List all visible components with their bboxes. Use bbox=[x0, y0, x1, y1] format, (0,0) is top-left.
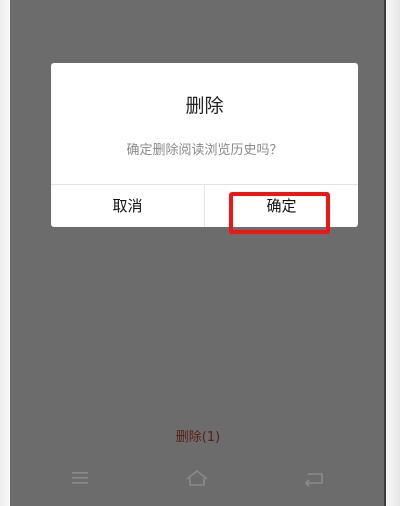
delete-confirm-dialog: 删除 确定删除阅读浏览历史吗？ 取消 确定 bbox=[51, 63, 358, 234]
phone-frame: 删除(1) 删除 确定删除阅读浏览历史吗？ 取消 确定 bbox=[0, 0, 400, 506]
dialog-message: 确定删除阅读浏览历史吗？ bbox=[126, 143, 283, 158]
back-icon[interactable] bbox=[298, 466, 328, 490]
delete-action-button[interactable]: 删除(1) bbox=[10, 426, 386, 445]
dialog-title: 删除 bbox=[185, 95, 224, 117]
home-icon[interactable] bbox=[182, 466, 212, 490]
cancel-button[interactable]: 取消 bbox=[51, 185, 204, 227]
navigation-bar bbox=[10, 456, 386, 506]
phone-bezel-right bbox=[386, 0, 400, 506]
confirm-button[interactable]: 确定 bbox=[205, 185, 358, 227]
menu-icon[interactable] bbox=[65, 466, 95, 490]
phone-bezel-left bbox=[0, 0, 10, 506]
screen-overlay: 删除(1) 删除 确定删除阅读浏览历史吗？ 取消 确定 bbox=[10, 0, 386, 506]
